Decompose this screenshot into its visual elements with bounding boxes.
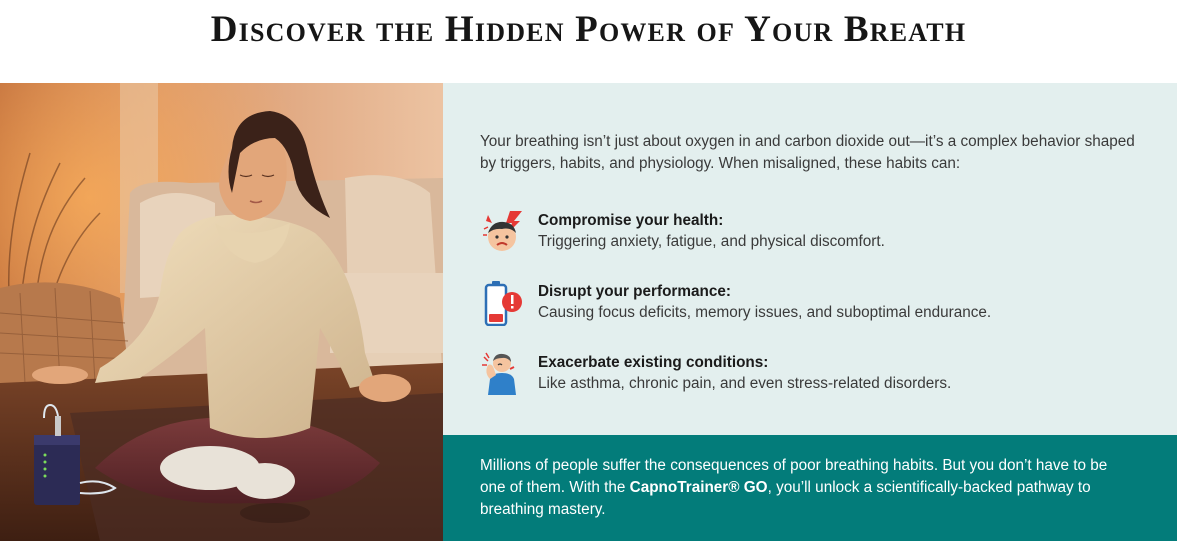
cta-text: Millions of people suffer the consequenc… <box>480 455 1120 521</box>
product-name: CapnoTrainer® GO <box>629 479 768 496</box>
effect-title: Compromise your health: <box>538 212 724 229</box>
meditation-photo <box>0 83 443 541</box>
effect-item-health: Compromise your health: Triggering anxie… <box>480 209 1140 259</box>
cta-panel: Millions of people suffer the consequenc… <box>443 435 1177 541</box>
page-title: Discover the Hidden Power of Your Breath <box>210 9 967 50</box>
effect-title: Disrupt your performance: <box>538 283 731 300</box>
effect-item-performance: Disrupt your performance: Causing focus … <box>480 280 1140 330</box>
effect-description: Triggering anxiety, fatigue, and physica… <box>538 233 885 250</box>
header: Discover the Hidden Power of Your Breath <box>0 0 1177 83</box>
stressed-face-icon <box>480 209 526 255</box>
effect-item-conditions: Exacerbate existing conditions: Like ast… <box>480 351 1140 401</box>
effect-description: Like asthma, chronic pain, and even stre… <box>538 375 952 392</box>
low-battery-alert-icon <box>480 280 526 327</box>
effect-description: Causing focus deficits, memory issues, a… <box>538 304 992 321</box>
effect-title: Exacerbate existing conditions: <box>538 354 769 371</box>
neck-pain-person-icon <box>480 351 526 397</box>
info-panel: Your breathing isn’t just about oxygen i… <box>443 83 1177 435</box>
intro-text: Your breathing isn’t just about oxygen i… <box>480 133 1135 172</box>
